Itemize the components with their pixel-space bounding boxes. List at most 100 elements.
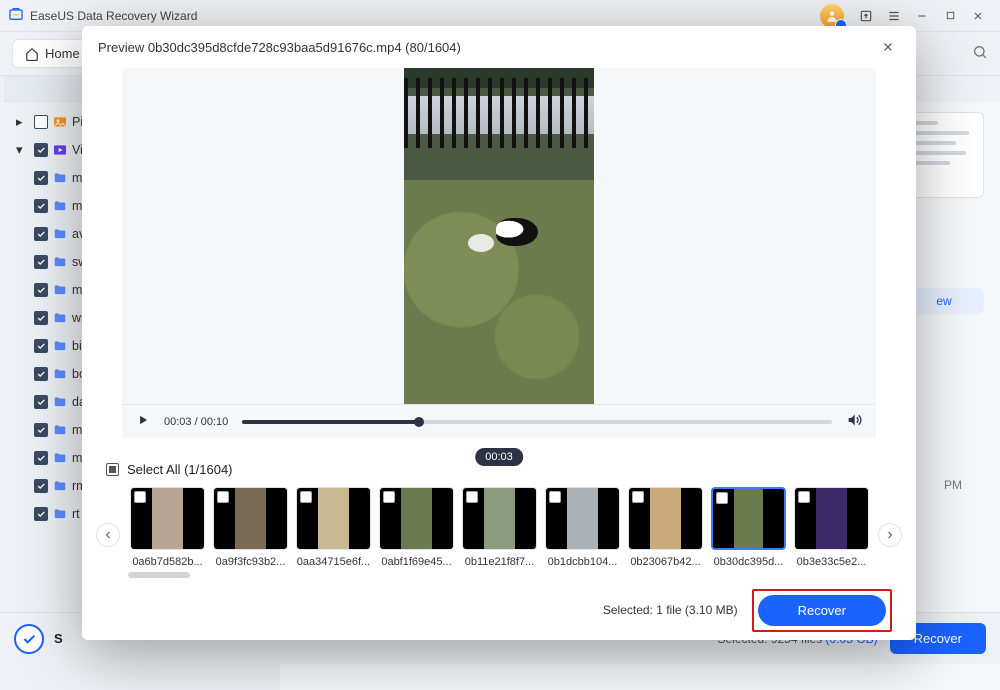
tab-home[interactable]: Home [12, 39, 93, 68]
thumbnail-item[interactable]: 0a6b7d582b... [130, 487, 205, 568]
modal-header: Preview 0b30dc395d8cfde728c93baa5d91676c… [82, 26, 916, 68]
video-frame[interactable] [122, 68, 876, 404]
thumbnail-item[interactable]: 0b11e21f8f7... [462, 487, 537, 568]
recover-button[interactable]: Recover [758, 595, 886, 626]
folder-icon [52, 507, 68, 521]
search-icon[interactable] [972, 44, 988, 63]
folder-icon [52, 367, 68, 381]
video-stage: 00:03 / 00:10 00:03 [122, 68, 876, 438]
chevron-down-icon: ▾ [16, 142, 30, 158]
video-still-icon [404, 68, 594, 404]
thumb-filename: 0abf1f69e45... [379, 556, 454, 568]
tree-checkbox[interactable] [34, 451, 48, 465]
thumbs-prev-button[interactable] [96, 523, 120, 547]
thumb-filename: 0aa34715e6f... [296, 556, 371, 568]
hamburger-icon[interactable] [880, 4, 908, 28]
thumb-checkbox[interactable] [716, 492, 728, 504]
close-icon[interactable] [964, 4, 992, 28]
folder-icon [52, 423, 68, 437]
folder-icon [52, 227, 68, 241]
tree-checkbox[interactable] [34, 283, 48, 297]
side-preview-card [904, 112, 984, 198]
scan-status-letter: S [54, 631, 63, 646]
thumbnail-item[interactable]: 0b1dcbb104... [545, 487, 620, 568]
maximize-icon[interactable] [936, 4, 964, 28]
player-controls: 00:03 / 00:10 [122, 404, 876, 438]
tree-checkbox[interactable] [34, 143, 48, 157]
thumb-filename: 0a6b7d582b... [130, 556, 205, 568]
modal-selection-status: Selected: 1 file (3.10 MB) [603, 603, 738, 617]
seek-slider[interactable] [242, 420, 832, 424]
folder-icon [52, 255, 68, 269]
folder-icon [52, 199, 68, 213]
tab-home-label: Home [45, 46, 80, 61]
thumbs-scrollbar[interactable] [128, 572, 190, 578]
select-all-checkbox[interactable] [106, 463, 119, 476]
volume-button[interactable] [846, 412, 862, 431]
thumbnail-item[interactable]: 0b23067b42... [628, 487, 703, 568]
time-column-stub: PM [944, 478, 962, 492]
folder-icon [52, 339, 68, 353]
tree-checkbox[interactable] [34, 367, 48, 381]
scan-complete-icon [14, 624, 44, 654]
app-icon [8, 6, 30, 25]
folder-icon [52, 311, 68, 325]
tree-checkbox[interactable] [34, 227, 48, 241]
thumb-checkbox[interactable] [632, 491, 644, 503]
thumb-checkbox[interactable] [383, 491, 395, 503]
thumb-filename: 0b23067b42... [628, 556, 703, 568]
thumb-filename: 0b11e21f8f7... [462, 556, 537, 568]
home-icon [25, 47, 39, 61]
folder-icon [52, 283, 68, 297]
picture-folder-icon [52, 114, 68, 130]
video-folder-icon [52, 142, 68, 158]
folder-icon [52, 171, 68, 185]
recover-highlight-box: Recover [752, 589, 892, 632]
thumb-checkbox[interactable] [549, 491, 561, 503]
preview-modal: Preview 0b30dc395d8cfde728c93baa5d91676c… [82, 26, 916, 640]
tree-checkbox[interactable] [34, 339, 48, 353]
tree-checkbox[interactable] [34, 423, 48, 437]
folder-icon [52, 479, 68, 493]
thumb-checkbox[interactable] [134, 491, 146, 503]
tree-label: rt [72, 507, 80, 521]
thumbnail-item[interactable]: 0a9f3fc93b2... [213, 487, 288, 568]
tree-checkbox[interactable] [34, 171, 48, 185]
minimize-icon[interactable] [908, 4, 936, 28]
thumbnail-strip: 0a6b7d582b... 0a9f3fc93b2... 0aa34715e6f..… [82, 477, 916, 568]
tree-checkbox[interactable] [34, 115, 48, 129]
app-title: EaseUS Data Recovery Wizard [30, 9, 820, 23]
seek-tooltip: 00:03 [475, 448, 523, 466]
tree-checkbox[interactable] [34, 199, 48, 213]
upload-icon[interactable] [852, 4, 880, 28]
thumb-checkbox[interactable] [217, 491, 229, 503]
modal-close-button[interactable] [876, 35, 900, 59]
thumb-checkbox[interactable] [300, 491, 312, 503]
tree-checkbox[interactable] [34, 479, 48, 493]
playback-time: 00:03 / 00:10 [164, 416, 228, 428]
chevron-right-icon: ▸ [16, 114, 30, 130]
thumb-filename: 0a9f3fc93b2... [213, 556, 288, 568]
thumb-filename: 0b30dc395d... [711, 556, 786, 568]
thumb-filename: 0b1dcbb104... [545, 556, 620, 568]
play-button[interactable] [136, 413, 150, 430]
folder-icon [52, 451, 68, 465]
tree-checkbox[interactable] [34, 507, 48, 521]
tree-checkbox[interactable] [34, 311, 48, 325]
select-all-label: Select All (1/1604) [127, 462, 233, 477]
thumbnail-item[interactable]: 0abf1f69e45... [379, 487, 454, 568]
thumb-filename: 0b3e33c5e2... [794, 556, 869, 568]
thumbs-next-button[interactable] [878, 523, 902, 547]
modal-footer: Selected: 1 file (3.10 MB) Recover [82, 580, 916, 640]
side-preview-button[interactable]: ew [904, 288, 984, 314]
user-avatar-icon[interactable] [820, 4, 844, 28]
thumb-checkbox[interactable] [798, 491, 810, 503]
tree-checkbox[interactable] [34, 255, 48, 269]
tree-checkbox[interactable] [34, 395, 48, 409]
thumbnail-item[interactable]: 0aa34715e6f... [296, 487, 371, 568]
thumbnail-item[interactable]: 0b3e33c5e2... [794, 487, 869, 568]
thumbnail-item[interactable]: 0b30dc395d... [711, 487, 786, 568]
modal-title: Preview 0b30dc395d8cfde728c93baa5d91676c… [98, 40, 461, 55]
thumb-checkbox[interactable] [466, 491, 478, 503]
folder-icon [52, 395, 68, 409]
